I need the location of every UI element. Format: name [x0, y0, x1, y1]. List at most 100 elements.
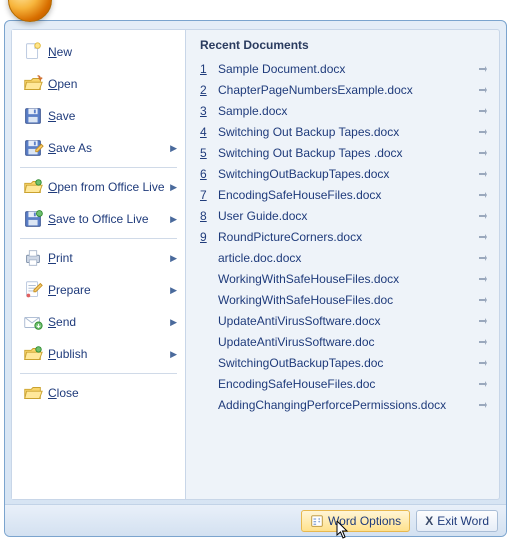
- menu-item-save[interactable]: Save: [14, 100, 183, 132]
- menu-item-print[interactable]: Print▶: [14, 242, 183, 274]
- pin-icon[interactable]: [477, 63, 495, 75]
- recent-doc-name: SwitchingOutBackupTapes.docx: [214, 167, 477, 181]
- menu-item-save-as-label: Save As: [46, 141, 170, 155]
- pin-icon[interactable]: [477, 210, 495, 222]
- recent-doc-hotkey: 1: [200, 62, 214, 76]
- recent-doc-name: ChapterPageNumbersExample.docx: [214, 83, 477, 97]
- menu-item-prepare-label: Prepare: [46, 283, 170, 297]
- recent-document-item[interactable]: 5Switching Out Backup Tapes .docx: [200, 142, 495, 163]
- recent-doc-hotkey: 8: [200, 209, 214, 223]
- menu-item-prepare[interactable]: Prepare▶: [14, 274, 183, 306]
- recent-document-item[interactable]: WorkingWithSafeHouseFiles.doc: [200, 289, 495, 310]
- menu-divider: [20, 238, 177, 239]
- recent-doc-hotkey: 9: [200, 230, 214, 244]
- recent-document-item[interactable]: 4Switching Out Backup Tapes.docx: [200, 121, 495, 142]
- recent-document-item[interactable]: 3Sample.docx: [200, 100, 495, 121]
- menu-item-print-label: Print: [46, 251, 170, 265]
- menu-item-publish[interactable]: Publish▶: [14, 338, 183, 370]
- options-icon: [310, 514, 324, 528]
- menu-item-open-office-live[interactable]: Open from Office Live▶: [14, 171, 183, 203]
- menu-item-close[interactable]: Close: [14, 377, 183, 409]
- send-icon: [20, 311, 46, 333]
- word-options-label: Word Options: [328, 514, 401, 528]
- pin-icon[interactable]: [477, 378, 495, 390]
- recent-doc-name: SwitchingOutBackupTapes.doc: [214, 356, 477, 370]
- pin-icon[interactable]: [477, 168, 495, 180]
- menu-divider: [20, 167, 177, 168]
- pin-icon[interactable]: [477, 336, 495, 348]
- menu-item-new[interactable]: New: [14, 36, 183, 68]
- recent-document-item[interactable]: SwitchingOutBackupTapes.doc: [200, 352, 495, 373]
- recent-doc-name: Switching Out Backup Tapes .docx: [214, 146, 477, 160]
- new-doc-icon: [20, 41, 46, 63]
- recent-document-item[interactable]: WorkingWithSafeHouseFiles.docx: [200, 268, 495, 289]
- menu-item-new-label: New: [46, 45, 177, 59]
- recent-document-item[interactable]: article.doc.docx: [200, 247, 495, 268]
- pin-icon[interactable]: [477, 315, 495, 327]
- recent-doc-name: WorkingWithSafeHouseFiles.docx: [214, 272, 477, 286]
- recent-document-item[interactable]: 1Sample Document.docx: [200, 58, 495, 79]
- save-icon: [20, 105, 46, 127]
- open-live-icon: [20, 176, 46, 198]
- close-icon: [20, 382, 46, 404]
- menu-item-publish-label: Publish: [46, 347, 170, 361]
- recent-doc-name: RoundPictureCorners.docx: [214, 230, 477, 244]
- recent-documents-panel: Recent Documents 1Sample Document.docx2C…: [186, 30, 499, 499]
- pin-icon[interactable]: [477, 357, 495, 369]
- recent-doc-name: EncodingSafeHouseFiles.docx: [214, 188, 477, 202]
- word-options-button[interactable]: Word Options: [301, 510, 410, 532]
- recent-doc-hotkey: 2: [200, 83, 214, 97]
- print-icon: [20, 247, 46, 269]
- recent-document-item[interactable]: 6SwitchingOutBackupTapes.docx: [200, 163, 495, 184]
- recent-document-item[interactable]: EncodingSafeHouseFiles.doc: [200, 373, 495, 394]
- menu-item-save-office-live[interactable]: Save to Office Live▶: [14, 203, 183, 235]
- recent-documents-title: Recent Documents: [200, 38, 495, 52]
- recent-doc-hotkey: 5: [200, 146, 214, 160]
- publish-icon: [20, 343, 46, 365]
- pin-icon[interactable]: [477, 189, 495, 201]
- pin-icon[interactable]: [477, 294, 495, 306]
- recent-document-item[interactable]: UpdateAntiVirusSoftware.docx: [200, 310, 495, 331]
- pin-icon[interactable]: [477, 126, 495, 138]
- menu-item-send[interactable]: Send▶: [14, 306, 183, 338]
- recent-document-item[interactable]: 8User Guide.docx: [200, 205, 495, 226]
- recent-document-item[interactable]: 9RoundPictureCorners.docx: [200, 226, 495, 247]
- pin-icon[interactable]: [477, 105, 495, 117]
- recent-doc-name: User Guide.docx: [214, 209, 477, 223]
- pin-icon[interactable]: [477, 399, 495, 411]
- menu-item-save-label: Save: [46, 109, 177, 123]
- pin-icon[interactable]: [477, 231, 495, 243]
- menu-body: NewOpenSaveSave As▶Open from Office Live…: [11, 29, 500, 500]
- pin-icon[interactable]: [477, 252, 495, 264]
- menu-item-close-label: Close: [46, 386, 177, 400]
- recent-doc-name: article.doc.docx: [214, 251, 477, 265]
- save-live-icon: [20, 208, 46, 230]
- pin-icon[interactable]: [477, 147, 495, 159]
- recent-doc-hotkey: 6: [200, 167, 214, 181]
- prepare-icon: [20, 279, 46, 301]
- office-menu-panel: NewOpenSaveSave As▶Open from Office Live…: [4, 20, 507, 537]
- office-orb[interactable]: [8, 0, 52, 22]
- menu-item-save-as[interactable]: Save As▶: [14, 132, 183, 164]
- menu-item-open[interactable]: Open: [14, 68, 183, 100]
- recent-doc-name: AddingChangingPerforcePermissions.docx: [214, 398, 477, 412]
- recent-document-item[interactable]: 2ChapterPageNumbersExample.docx: [200, 79, 495, 100]
- menu-item-send-label: Send: [46, 315, 170, 329]
- submenu-arrow-icon: ▶: [170, 285, 177, 296]
- bottom-bar: Word Options X Exit Word: [5, 504, 506, 536]
- pin-icon[interactable]: [477, 273, 495, 285]
- exit-word-label: Exit Word: [437, 514, 489, 528]
- menu-item-open-office-live-label: Open from Office Live: [46, 180, 170, 194]
- submenu-arrow-icon: ▶: [170, 349, 177, 360]
- recent-document-item[interactable]: UpdateAntiVirusSoftware.doc: [200, 331, 495, 352]
- recent-document-item[interactable]: AddingChangingPerforcePermissions.docx: [200, 394, 495, 415]
- menu-item-open-label: Open: [46, 77, 177, 91]
- menu-item-save-office-live-label: Save to Office Live: [46, 212, 170, 226]
- save-as-icon: [20, 137, 46, 159]
- exit-word-button[interactable]: X Exit Word: [416, 510, 498, 532]
- pin-icon[interactable]: [477, 84, 495, 96]
- recent-doc-name: UpdateAntiVirusSoftware.docx: [214, 314, 477, 328]
- recent-document-item[interactable]: 7EncodingSafeHouseFiles.docx: [200, 184, 495, 205]
- main-menu: NewOpenSaveSave As▶Open from Office Live…: [12, 30, 186, 499]
- recent-doc-name: Sample.docx: [214, 104, 477, 118]
